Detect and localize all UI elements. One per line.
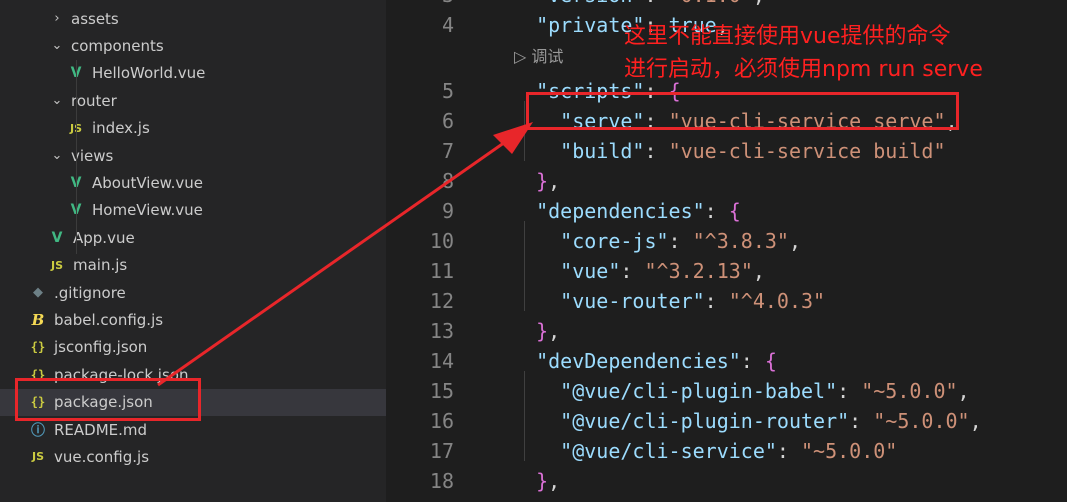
annotation-arrow [157,122,533,387]
arrow-head [493,122,533,154]
arrow-shaft [157,138,509,387]
